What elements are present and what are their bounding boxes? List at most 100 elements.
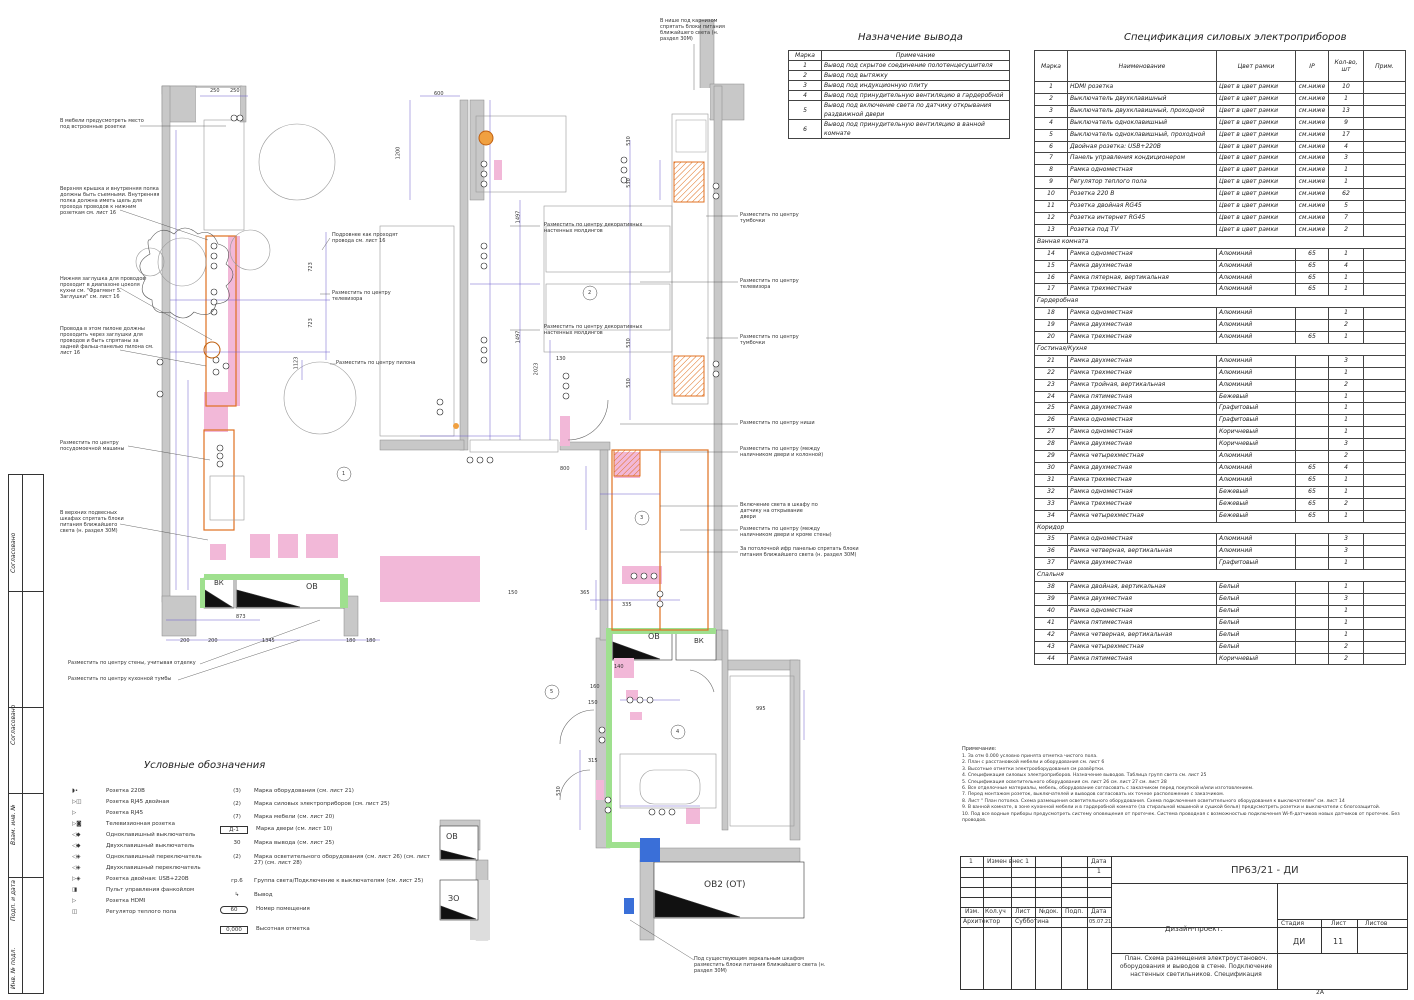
spec-row: 8 Рамка одноместная Цвет в цвет рамки см.ни… (1034, 164, 1406, 178)
dim-label: 873 (236, 614, 246, 620)
spec-cell: 1 (1328, 283, 1364, 297)
spec-cell: Рамка четырехместная (1067, 640, 1217, 654)
legend-label: Одноклавишный выключатель (106, 832, 196, 838)
spec-cell: Цвет в цвет рамки (1216, 104, 1296, 118)
legend-item: ◨ Пульт управления фанкойлом (72, 887, 194, 893)
legend-symbol-icon: Д-1 (220, 826, 248, 834)
legend-item: ▷ Розетка HDMI (72, 898, 145, 904)
spec-cell: Рамка одноместная (1067, 247, 1217, 261)
spec-row: 7 Панель управления кондиционером Цвет в ц… (1034, 152, 1406, 166)
dim-label: 1345 (262, 638, 275, 644)
spec-cell (1363, 438, 1406, 452)
spec-row: 1 HDMI розетка Цвет в цвет рамки см.ниже 10 (1034, 81, 1406, 94)
spec-section-row: Ванная комната (1034, 235, 1406, 249)
dim-label: 200 (180, 638, 190, 644)
note-item: 10. Под все водные приборы предусмотреть… (962, 811, 1400, 824)
plan-callout: Разместить по центру тумбочки (740, 212, 799, 224)
spec-cell: см.ниже (1295, 140, 1329, 154)
spec-cell (1363, 497, 1406, 511)
shaft-tag: ВК (214, 579, 224, 587)
plan-callout: Разместить по центру декоративных настен… (544, 222, 643, 234)
outputs-cell: 5 (788, 100, 822, 120)
legend-symbol-icon: ▷◈ (72, 876, 81, 882)
plan-callout: Разместить по центру (между наличником д… (740, 526, 832, 538)
room-number: 2 (588, 290, 592, 296)
spec-cell (1295, 426, 1329, 440)
legend-symbol-icon: ▷◫ (72, 799, 82, 805)
spec-cell (1363, 640, 1406, 654)
spec-row: 30 Рамка двухместная Алюминий 65 4 (1034, 462, 1406, 475)
plan-callout: Разместить по центру стены, учитывая отд… (68, 660, 196, 666)
legend-symbol-icon: 30 (233, 840, 241, 846)
spec-cell (1295, 581, 1329, 594)
spec-cell: Графитовый (1216, 414, 1296, 428)
room-number: 4 (676, 729, 680, 735)
plan-callout: Разместить по центру ниши (740, 420, 815, 426)
spec-cell: 15 (1034, 259, 1068, 273)
spec-cell: Рамка пятиместная (1067, 652, 1217, 666)
spec-cell (1295, 307, 1329, 321)
spec-cell: 2 (1328, 497, 1364, 511)
spec-row: 11 Розетка двойная RG45 Цвет в цвет рамки с… (1034, 200, 1406, 213)
spec-cell: 8 (1034, 164, 1068, 178)
spec-cell: Выключатель двухклавишный, проходной (1067, 104, 1217, 118)
spec-cell: 10 (1328, 81, 1364, 94)
spec-cell (1363, 188, 1406, 202)
spec-cell: 38 (1034, 581, 1068, 594)
spec-cell: Коричневый (1216, 426, 1296, 440)
dim-label: 1123 (293, 356, 300, 370)
spec-row: 18 Рамка одноместная Алюминий 1 (1034, 307, 1406, 321)
spec-cell: Рамка двухместная (1067, 557, 1217, 571)
spec-cell: 1 (1328, 616, 1364, 630)
spec-cell: Цвет в цвет рамки (1216, 188, 1296, 202)
spec-row: 43 Рамка четырехместная Белый 2 (1034, 640, 1406, 654)
legend-symbol-icon: ◫ (72, 909, 78, 915)
spec-cell: см.ниже (1295, 176, 1329, 190)
dim-label: 200 (208, 638, 218, 644)
outputs-cell: 3 (788, 80, 822, 91)
spec-cell: Рамка пятиместная (1067, 390, 1217, 404)
spec-cell: Рамка трехместная (1067, 497, 1217, 511)
spec-cell (1363, 390, 1406, 404)
spec-cell: Цвет в цвет рамки (1216, 128, 1296, 142)
legend-title: Условные обозначения (144, 760, 266, 771)
spec-cell: 26 (1034, 414, 1068, 428)
spec-table: Марка Наименование Цвет рамки IP Кол-во,… (1034, 50, 1406, 666)
legend-label: Пульт управления фанкойлом (106, 887, 195, 893)
spec-cell (1363, 545, 1406, 559)
spec-row: 41 Рамка пятиместная Белый 1 (1034, 616, 1406, 630)
legend-item: (2) Марка осветительного оборудования (см… (220, 854, 450, 866)
dim-label: 1200 (395, 146, 402, 160)
legend-label: Двухклавишный выключатель (106, 843, 195, 849)
spec-cell (1295, 438, 1329, 452)
spec-section-label: Ванная комната (1034, 235, 1406, 249)
spec-cell: 6 (1034, 140, 1068, 154)
legend-symbol-icon: ◁◈ (72, 865, 81, 871)
legend-label: Двухклавишный переключатель (106, 865, 201, 871)
spec-cell (1295, 652, 1329, 666)
legend-symbol-icon: гр.6 (231, 878, 243, 884)
spec-cell: Белый (1216, 616, 1296, 630)
spec-header: Цвет рамки (1216, 50, 1296, 82)
dim-label: 600 (434, 91, 444, 97)
spec-cell: 4 (1034, 116, 1068, 130)
spec-row: 36 Рамка четверная, вертикальная Алюминий 3 (1034, 545, 1406, 559)
stamp-description: План. Схема размещения электроустановоч.… (1119, 955, 1273, 978)
spec-cell: Алюминий (1216, 307, 1296, 321)
stamp-change-count: 1 (1097, 868, 1101, 875)
spec-cell: 32 (1034, 485, 1068, 499)
spec-cell (1363, 283, 1406, 297)
spec-cell (1363, 223, 1406, 237)
stamp-header: Изм. (965, 908, 980, 915)
spec-cell: 1 (1328, 331, 1364, 344)
spec-header: Наименование (1067, 50, 1217, 82)
stamp-sheet: 11 (1333, 937, 1344, 946)
spec-cell: Розетка двойная RG45 (1067, 200, 1217, 213)
dim-label: 800 (560, 466, 570, 472)
spec-cell: Рамка трехместная (1067, 331, 1217, 344)
plan-callout: Разместить по центру тумбочки (740, 334, 799, 346)
spec-cell: Розетка под TV (1067, 223, 1217, 237)
spec-row: 31 Рамка трехместная Алюминий 65 1 (1034, 473, 1406, 487)
dim-label: 180 (346, 638, 356, 644)
spec-section-label: Гостиная/Кухня (1034, 342, 1406, 356)
